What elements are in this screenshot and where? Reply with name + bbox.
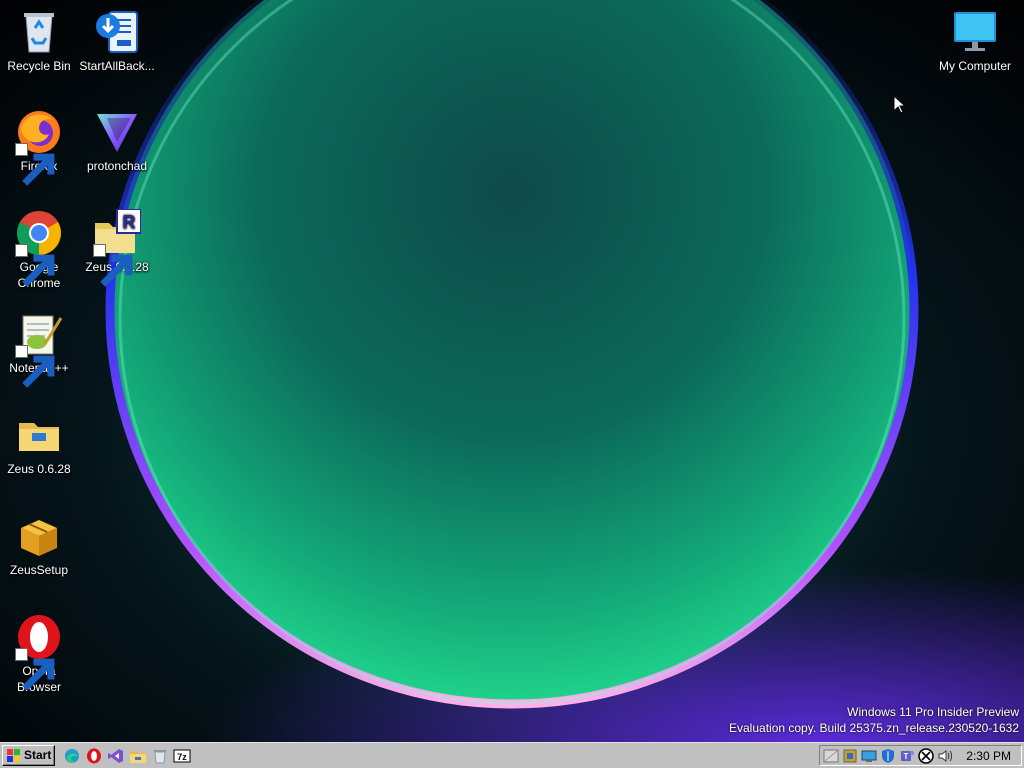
system-tray: T 2:30 PM (819, 745, 1022, 766)
defender-icon[interactable] (880, 748, 896, 764)
app-icon[interactable] (842, 748, 858, 764)
clock[interactable]: 2:30 PM (966, 749, 1011, 763)
7zip-icon[interactable]: 7z (173, 747, 191, 765)
taskbar: Start 7z T 2:30 PM (0, 742, 1024, 768)
visual-studio-icon[interactable] (107, 747, 125, 765)
desktop-icon-label: Recycle Bin (7, 59, 71, 73)
svg-text:7z: 7z (177, 752, 187, 762)
zeus-archive-folder-icon: R (93, 209, 141, 287)
edge-icon[interactable] (63, 747, 81, 765)
monitor-icon (951, 8, 999, 56)
recycle-bin-icon (15, 8, 63, 56)
folder-icon (15, 411, 63, 459)
svg-text:R: R (123, 212, 136, 232)
start-label: Start (24, 748, 52, 762)
setup-box-icon (15, 512, 63, 560)
desktop[interactable]: Recycle Bin Firefox Google Chrome Notepa… (0, 0, 1024, 742)
firefox-icon (15, 108, 63, 186)
desktop-icon-label: protonchad (86, 159, 148, 173)
recycle-icon[interactable] (151, 747, 169, 765)
zeus-archive-desktop-icon[interactable]: R Zeus 0.6.28 (78, 209, 156, 287)
desktop-icon-label: ZeusSetup (9, 563, 69, 577)
display-icon[interactable] (861, 748, 877, 764)
opera-desktop-icon[interactable]: Opera Browser (0, 613, 78, 695)
my-computer-desktop-icon[interactable]: My Computer (936, 8, 1014, 74)
startallback-icon (93, 8, 141, 56)
shortcut-arrow-icon (15, 648, 55, 691)
chrome-desktop-icon[interactable]: Google Chrome (0, 209, 78, 291)
desktop-icon-label: StartAllBack... (79, 59, 155, 73)
explorer-icon[interactable] (129, 747, 147, 765)
startallback-desktop-icon[interactable]: StartAllBack... (78, 8, 156, 74)
teams-icon[interactable]: T (899, 748, 915, 764)
chrome-icon (15, 209, 63, 287)
windows-flag-icon (7, 749, 20, 762)
shortcut-arrow-icon (15, 143, 55, 186)
desktop-icon-label: My Computer (938, 59, 1012, 73)
opera-icon (15, 613, 63, 691)
mouse-cursor-icon (893, 95, 907, 114)
shortcut-arrow-icon (93, 244, 133, 287)
watermark-line-2: Evaluation copy. Build 25375.zn_release.… (729, 721, 1019, 735)
shortcut-arrow-icon (15, 345, 55, 388)
protonvpn-icon (93, 108, 141, 156)
notepadpp-icon (15, 310, 63, 388)
desktop-icon-label: Zeus 0.6.28 (7, 462, 71, 476)
start-button[interactable]: Start (2, 745, 55, 766)
firefox-desktop-icon[interactable]: Firefox (0, 108, 78, 186)
zeussetup-desktop-icon[interactable]: ZeusSetup (0, 512, 78, 578)
shortcut-arrow-icon (15, 244, 55, 287)
recycle-bin-desktop-icon[interactable]: Recycle Bin (0, 8, 78, 74)
opera-icon[interactable] (85, 747, 103, 765)
build-watermark: Windows 11 Pro Insider Preview Evaluatio… (729, 704, 1019, 736)
volume-icon[interactable] (937, 748, 953, 764)
xbox-icon[interactable] (918, 748, 934, 764)
watermark-line-1: Windows 11 Pro Insider Preview (847, 705, 1019, 719)
zeus-folder-desktop-icon[interactable]: Zeus 0.6.28 (0, 411, 78, 477)
svg-text:T: T (904, 752, 909, 761)
network-icon[interactable] (823, 748, 839, 764)
notepadpp-desktop-icon[interactable]: Notepad++ (0, 310, 78, 388)
protonchad-desktop-icon[interactable]: protonchad (78, 108, 156, 174)
